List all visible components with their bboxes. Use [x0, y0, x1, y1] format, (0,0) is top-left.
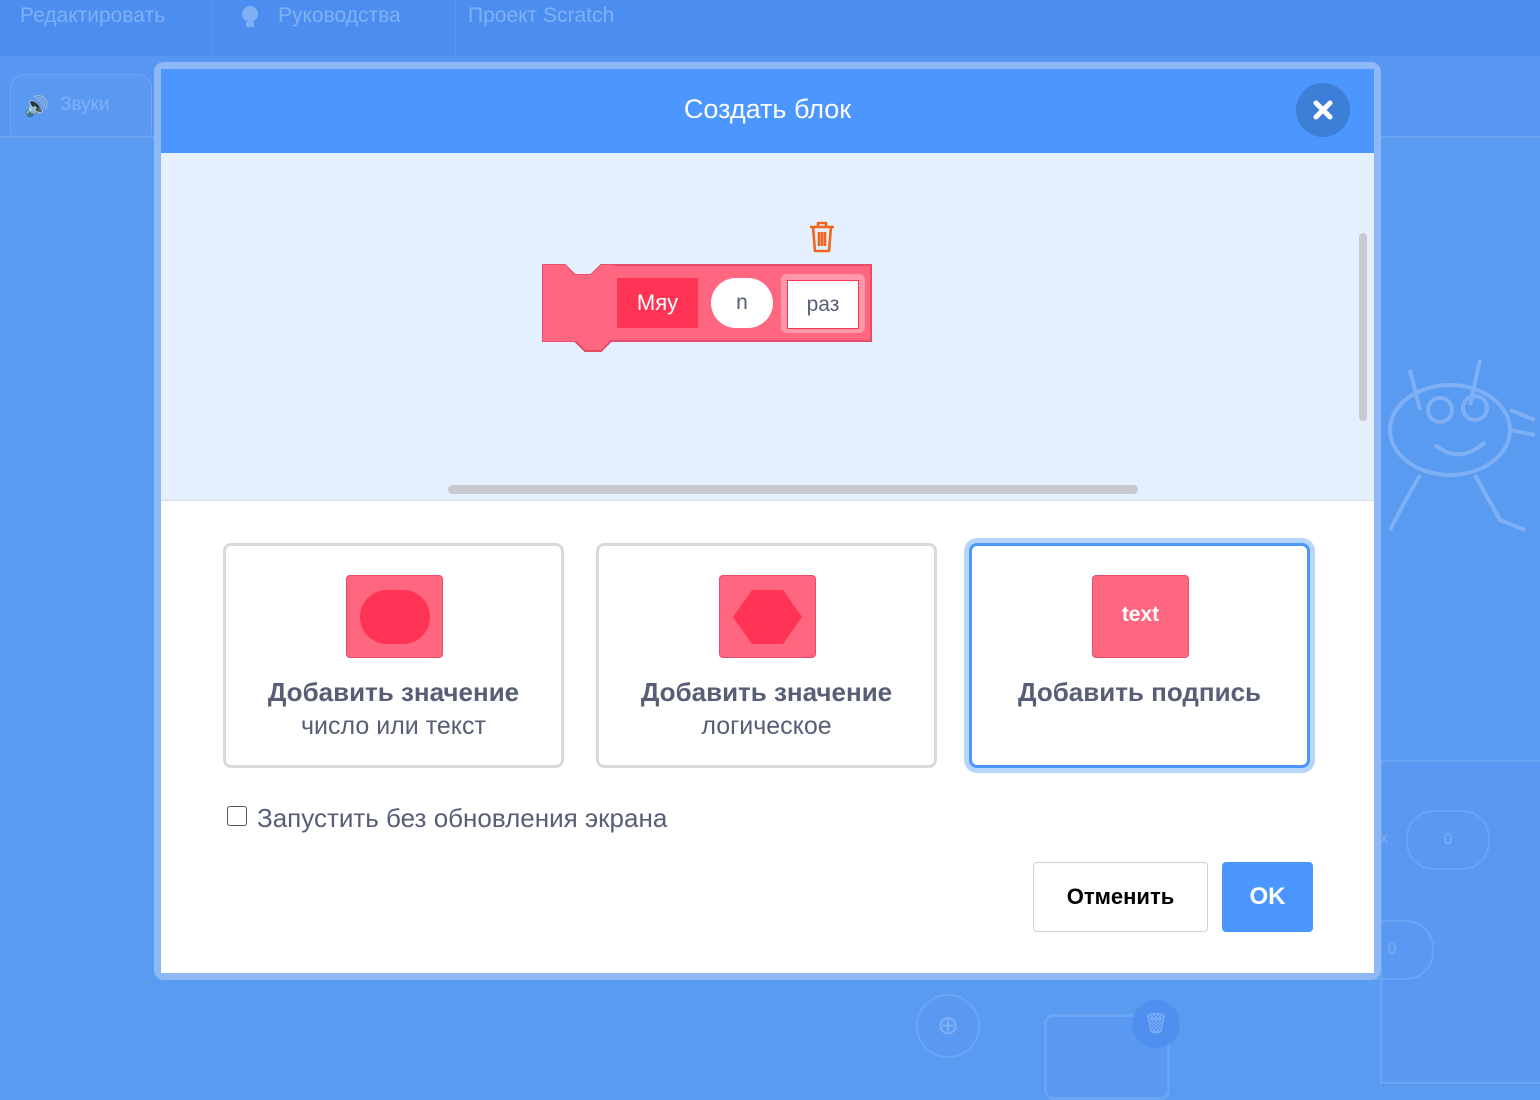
coord-x-label: x: [1380, 830, 1388, 847]
add-input-boolean-button[interactable]: Добавить значение логическое: [596, 543, 937, 768]
menu-divider: [212, 0, 213, 56]
option-title: Добавить значение: [267, 677, 520, 707]
close-button[interactable]: [1296, 83, 1350, 137]
coord-x-field: 0: [1406, 810, 1490, 870]
cancel-button[interactable]: Отменить: [1033, 862, 1208, 932]
label-icon-text: text: [1121, 603, 1160, 626]
run-without-refresh-checkbox[interactable]: [227, 806, 247, 826]
tab-sounds-label: Звуки: [60, 94, 110, 115]
label-text-icon: text: [1092, 575, 1189, 658]
option-subtitle: число или текст: [301, 712, 486, 740]
block-number-input[interactable]: n: [711, 278, 773, 328]
speaker-icon: 🔊: [24, 96, 49, 118]
vertical-scrollbar[interactable]: [1359, 233, 1367, 421]
add-input-number-text-button[interactable]: Добавить значение число или текст: [223, 543, 564, 768]
menu-divider: [455, 0, 456, 56]
block-label[interactable]: Мяу: [617, 278, 698, 328]
block-text-label[interactable]: раз: [787, 280, 859, 329]
trash-icon: 🗑: [1132, 1000, 1180, 1048]
horizontal-scrollbar[interactable]: [448, 485, 1138, 494]
menu-tutorials: Руководства: [278, 4, 401, 27]
scratch-cat-sprite: [1388, 359, 1536, 532]
dialog-header: Создать блок: [161, 69, 1374, 153]
option-title: Добавить значение: [640, 677, 893, 707]
rounded-input-icon: [346, 575, 443, 658]
zoom-in-icon: ⊕: [916, 994, 980, 1058]
menu-bar: Редактировать Руководства Проект Scratch: [0, 0, 1540, 56]
run-without-refresh-label[interactable]: Запустить без обновления экрана: [257, 803, 667, 834]
ok-button[interactable]: OK: [1222, 862, 1313, 932]
block-preview-workspace: Мяу n раз: [161, 153, 1374, 501]
project-title: Проект Scratch: [468, 4, 615, 27]
boolean-input-icon: [719, 575, 816, 658]
close-icon: [1313, 100, 1333, 120]
option-subtitle: логическое: [701, 712, 832, 740]
add-label-button[interactable]: text Добавить подпись: [969, 543, 1310, 768]
custom-block-dialog: Создать блок Мяу n раз Добавить значение: [161, 69, 1374, 973]
dialog-title: Создать блок: [683, 94, 852, 124]
option-title: Добавить подпись: [1017, 677, 1262, 707]
trash-icon[interactable]: [806, 219, 838, 255]
menu-edit: Редактировать: [20, 4, 166, 27]
lightbulb-icon: [238, 4, 262, 36]
